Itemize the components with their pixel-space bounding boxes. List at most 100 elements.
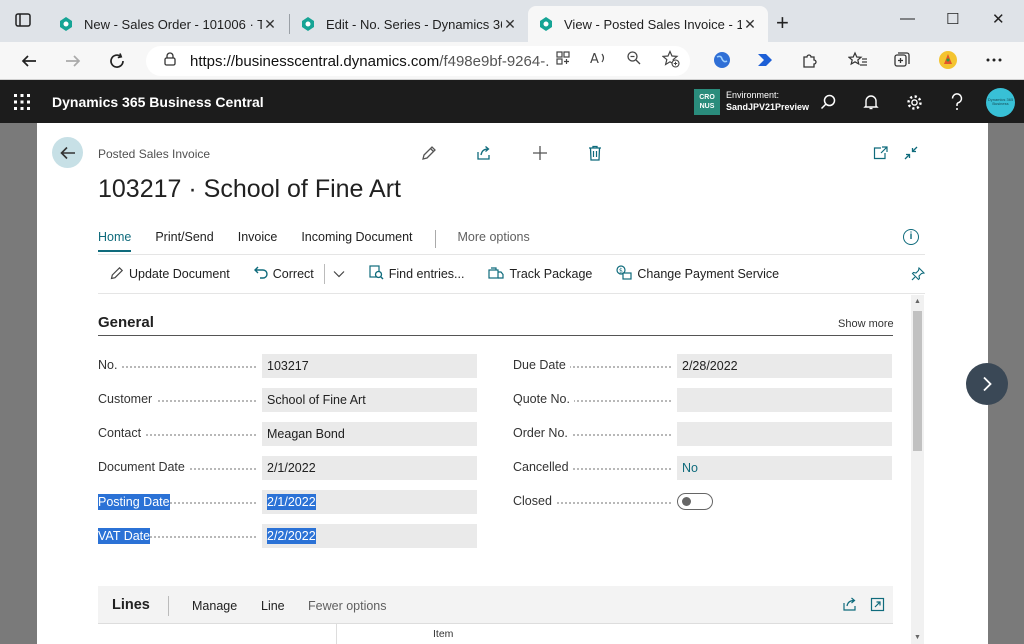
lines-grid-header: Item [98,623,893,644]
field-value[interactable] [677,422,892,446]
field-value[interactable]: School of Fine Art [262,388,477,412]
update-document-button[interactable]: Update Document [110,266,230,283]
share-icon[interactable] [842,597,858,615]
app-name[interactable]: Dynamics 365 Business Central [52,94,264,110]
info-icon[interactable]: i [903,229,919,245]
close-tab-icon[interactable]: ✕ [262,16,278,33]
field-label: Closed [513,494,556,508]
new-tab-button[interactable]: + [776,10,789,36]
content-scrollbar[interactable]: ▲ ▼ [911,295,924,644]
notifications-bell-icon[interactable] [861,92,881,112]
back-arrow-icon[interactable] [18,50,40,72]
open-new-window-icon[interactable] [871,143,891,163]
field-customer: Customer School of Fine Art [98,388,478,412]
lines-title[interactable]: Lines [112,597,150,613]
browser-tab-no-series[interactable]: Edit - No. Series - Dynamics 365 ✕ [290,6,528,42]
profile-icon[interactable] [938,50,958,70]
field-value[interactable]: 2/1/2022 [262,456,477,480]
app-available-icon[interactable] [555,50,571,69]
forward-arrow-icon[interactable] [62,50,84,72]
edit-pencil-icon[interactable] [419,143,439,163]
field-value[interactable]: 2/2/2022 [262,524,477,548]
address-bar[interactable]: https://businesscentral.dynamics.com/f49… [146,46,690,76]
maximize-button[interactable]: ☐ [946,10,959,28]
field-value[interactable]: 2/28/2022 [677,354,892,378]
lines-separator [168,596,169,616]
app-launcher-icon[interactable] [13,93,31,111]
minimize-button[interactable]: — [900,10,915,27]
home-actions-bar: Update Document Correct Find entries... … [98,254,926,294]
collections-icon[interactable] [892,50,912,70]
correct-button[interactable]: Correct [253,266,314,282]
field-value[interactable] [677,388,892,412]
track-package-button[interactable]: Track Package [488,266,592,283]
undo-arrow-icon [253,266,268,282]
more-options-link[interactable]: More options [458,230,530,252]
field-value[interactable]: No [677,456,892,480]
show-more-link[interactable]: Show more [838,318,894,330]
close-window-button[interactable]: ✕ [992,10,1005,28]
add-favorite-icon[interactable] [661,50,680,71]
closed-toggle[interactable] [677,493,713,510]
field-value[interactable]: 103217 [262,354,477,378]
close-tab-icon[interactable]: ✕ [502,16,518,33]
help-icon[interactable] [947,92,967,112]
dynamics-favicon-icon [58,16,74,32]
pin-icon[interactable] [911,266,926,284]
lines-part: Lines Manage Line Fewer options Item [98,586,893,644]
delete-trash-icon[interactable] [585,143,605,163]
find-entries-button[interactable]: Find entries... [369,265,465,283]
close-tab-icon[interactable]: ✕ [742,16,758,33]
company-badge[interactable]: CRO NUS [694,89,720,115]
chevron-down-icon[interactable] [333,267,345,281]
next-record-button[interactable] [966,363,1008,405]
lines-manage-tab[interactable]: Manage [192,599,237,613]
column-header-item[interactable]: Item [433,628,453,640]
more-menu-icon[interactable] [984,50,1004,70]
settings-gear-icon[interactable] [904,92,924,112]
share-icon[interactable] [474,143,494,163]
tab-print-send[interactable]: Print/Send [155,230,213,252]
zoom-icon[interactable] [626,50,642,69]
selected-text: 2/1/2022 [267,494,316,510]
scroll-up-icon[interactable]: ▲ [913,298,922,305]
tab-invoice[interactable]: Invoice [238,230,278,252]
user-avatar[interactable]: Dynamics 365 Business [986,88,1015,117]
field-label: Posting Date [98,494,170,510]
payment-service-icon: $ [616,265,632,283]
action-menu-bar: Home Print/Send Invoice Incoming Documen… [98,230,554,252]
browser-tab-strip: New - Sales Order - 101006 · Tre ✕ Edit … [0,0,1024,42]
page-title: 103217 · School of Fine Art [98,175,401,203]
read-aloud-icon[interactable]: A [590,50,608,69]
lines-fewer-options-link[interactable]: Fewer options [308,599,387,613]
globe-extension-icon[interactable] [712,50,732,70]
action-label: Find entries... [388,267,465,281]
favorites-icon[interactable] [848,50,868,70]
browser-tab-sales-order[interactable]: New - Sales Order - 101006 · Tre ✕ [48,6,288,42]
general-section-title[interactable]: General [98,314,154,331]
tab-home[interactable]: Home [98,230,132,252]
field-dots [98,366,256,368]
back-arrow-icon [59,146,75,159]
field-value[interactable]: 2/1/2022 [262,490,477,514]
tab-actions-icon[interactable] [14,11,32,33]
scroll-down-icon[interactable]: ▼ [913,634,922,641]
change-payment-service-button[interactable]: $ Change Payment Service [616,265,779,283]
tab-title: View - Posted Sales Invoice - 103 [564,16,742,32]
browser-tab-posted-sales-invoice[interactable]: View - Posted Sales Invoice - 103 ✕ [528,6,768,42]
tab-incoming-document[interactable]: Incoming Document [301,230,412,252]
refresh-icon[interactable] [106,50,128,72]
new-plus-icon[interactable] [530,143,550,163]
lock-icon[interactable] [164,52,176,70]
field-value[interactable]: Meagan Bond [262,422,477,446]
scroll-thumb[interactable] [913,311,922,451]
extensions-puzzle-icon[interactable] [800,50,820,70]
collapse-icon[interactable] [901,143,921,163]
search-icon[interactable] [818,92,838,112]
field-quote-no: Quote No. [513,388,893,412]
environment-info[interactable]: Environment: SandJPV21Preview [726,89,809,113]
back-button[interactable] [52,137,83,168]
power-automate-icon[interactable] [756,50,776,70]
lines-line-tab[interactable]: Line [261,599,285,613]
expand-icon[interactable] [870,597,885,615]
